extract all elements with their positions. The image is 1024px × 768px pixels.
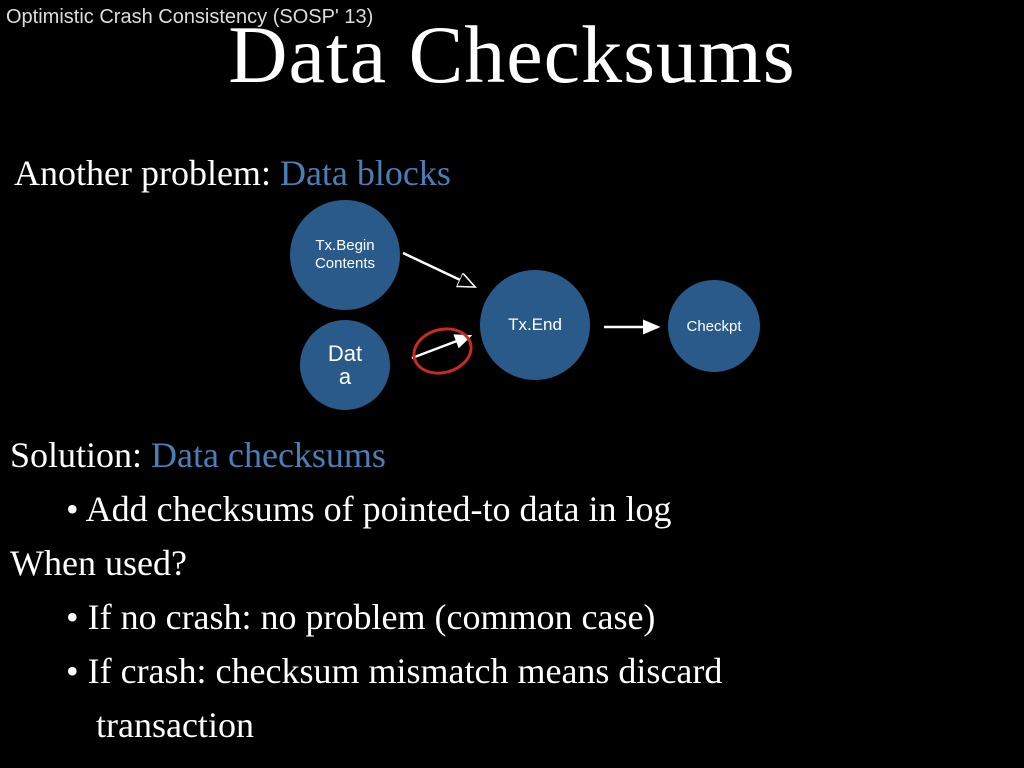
- solution-bullet1: Add checksums of pointed-to data in log: [10, 482, 722, 536]
- solution-bullet3-cont: transaction: [10, 698, 722, 752]
- solution-line1-accent: Data checksums: [151, 435, 386, 475]
- node-checkpt: Checkpt: [668, 280, 760, 372]
- node-data-label: Dat a: [328, 342, 362, 388]
- node-checkpt-label: Checkpt: [686, 318, 741, 335]
- arrow-txbegin-txend: [398, 248, 488, 298]
- problem-prefix: Another problem:: [14, 153, 280, 193]
- arrow-txend-checkpt: [600, 312, 670, 342]
- solution-line2: When used?: [10, 536, 722, 590]
- solution-line1-prefix: Solution:: [10, 435, 151, 475]
- slide: Optimistic Crash Consistency (SOSP' 13) …: [0, 0, 1024, 768]
- node-txbegin-label: Tx.Begin Contents: [315, 237, 375, 273]
- solution-block: Solution: Data checksums Add checksums o…: [10, 428, 722, 752]
- node-txend-label: Tx.End: [508, 315, 562, 335]
- problem-line: Another problem: Data blocks: [14, 152, 451, 194]
- problem-accent: Data blocks: [280, 153, 451, 193]
- solution-bullet2: If no crash: no problem (common case): [10, 590, 722, 644]
- solution-bullet3: If crash: checksum mismatch means discar…: [10, 644, 722, 698]
- slide-title: Data Checksums: [0, 8, 1024, 102]
- diagram: Tx.Begin Contents Dat a Tx.End Checkpt: [0, 200, 1024, 420]
- solution-line1: Solution: Data checksums: [10, 428, 722, 482]
- node-txbegin: Tx.Begin Contents: [290, 200, 400, 310]
- node-data: Dat a: [300, 320, 390, 410]
- node-txend: Tx.End: [480, 270, 590, 380]
